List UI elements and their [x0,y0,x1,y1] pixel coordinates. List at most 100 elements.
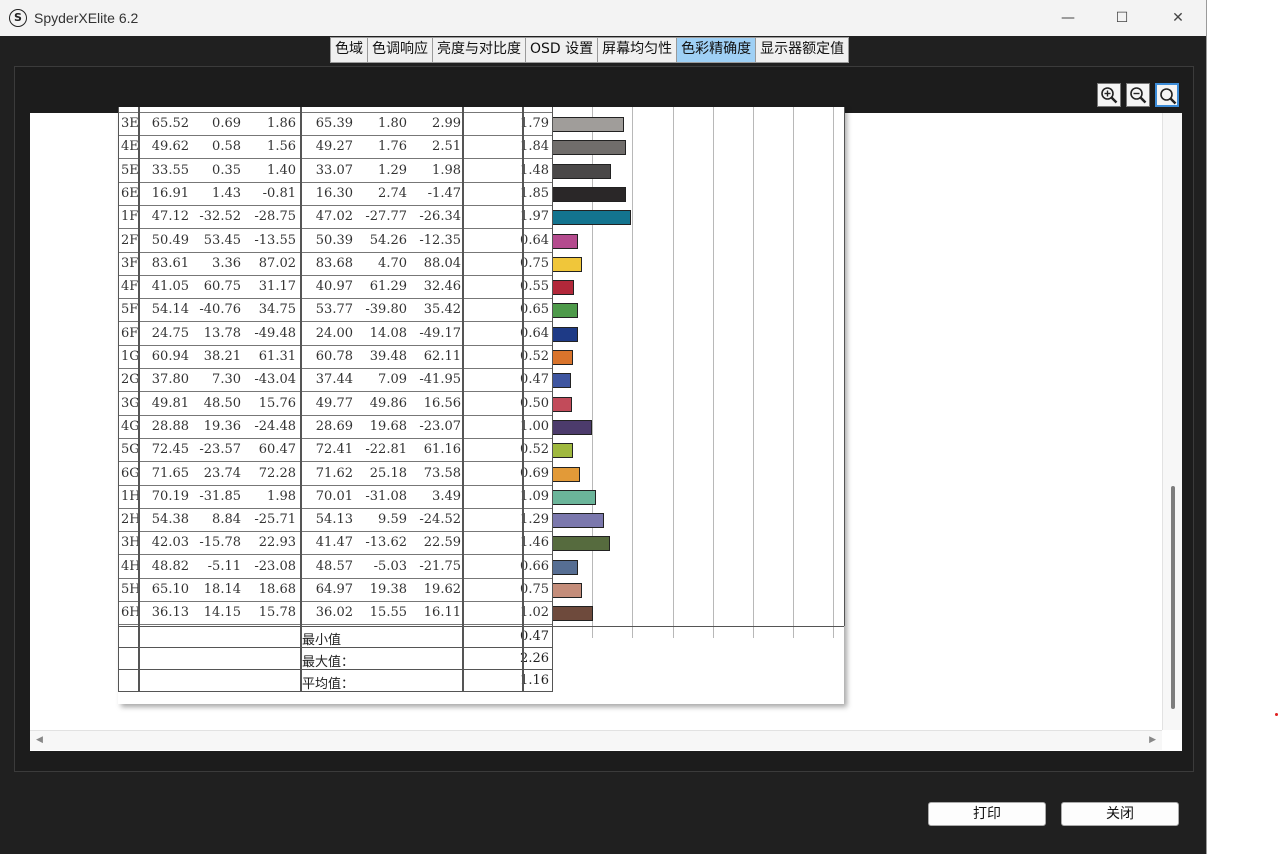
table-row: 4G 28.88 19.36 -24.48 28.69 19.68 -23.07 1.00 [118,416,552,439]
lab-value: 19.68 [369,418,407,434]
lab-value: 15.78 [258,605,296,621]
lab-value: 50.39 [315,232,353,248]
tab-display-rating[interactable]: 显示器额定值 [756,38,848,62]
tab-osd-settings[interactable]: OSD 设置 [526,38,599,62]
table-column-line [138,107,140,692]
tab-brightness-contrast[interactable]: 亮度与对比度 [433,38,526,62]
lab-value: 62.11 [423,349,461,364]
zoom-fit-button[interactable] [1155,83,1179,107]
lab-value: 0.69 [212,116,241,131]
summary-label: 最大值： [302,654,355,670]
lab-value: 19.38 [369,582,407,597]
lab-value: 2.51 [432,139,461,155]
lab-value: 1.43 [212,185,241,201]
vertical-scrollbar[interactable] [1162,113,1182,730]
delta-e-bar [552,163,611,179]
lab-value: 36.13 [151,605,189,621]
close-button[interactable]: 关闭 [1061,802,1179,826]
table-row: 3G 49.81 48.50 15.76 49.77 49.86 16.56 0.50 [118,393,552,416]
lab-value: 65.10 [151,582,189,597]
lab-value: -40.76 [199,302,241,318]
lab-value: 72.41 [315,442,353,458]
lab-value: 16.56 [423,395,461,411]
scroll-left-arrow-icon[interactable]: ◀ [36,735,43,745]
lab-value: -23.08 [254,558,296,574]
lab-value: 9.59 [378,512,407,528]
zoom-in-button[interactable] [1097,83,1121,107]
delta-e-bar [552,373,571,389]
lab-value: 60.78 [315,349,353,364]
lab-value: 0.35 [212,162,241,178]
delta-e-value: 0.64 [520,325,549,341]
lab-value: 16.91 [151,185,189,201]
close-window-button[interactable]: ✕ [1150,0,1206,36]
delta-e-value: 0.64 [520,232,549,248]
delta-e-value: 1.02 [520,605,549,621]
vertical-scroll-thumb[interactable] [1171,486,1175,709]
zoom-out-button[interactable] [1126,83,1150,107]
lab-value: 54.13 [315,512,353,528]
table-row: 1F 47.12 -32.52 -28.75 47.02 -27.77 -26.34 1.97 [118,206,552,230]
delta-e-bar [552,583,582,598]
lab-value: -25.71 [254,512,296,528]
lab-value: 38.21 [203,349,241,364]
delta-e-bar [552,256,582,272]
table-row-partial [118,90,552,113]
lab-value: 32.46 [423,279,461,295]
lab-value: 61.16 [423,442,461,458]
lab-value: 48.82 [151,558,189,574]
scroll-right-arrow-icon[interactable]: ▶ [1149,735,1156,745]
lab-value: 13.78 [203,325,241,341]
lab-value: 61.29 [369,279,407,295]
report-tab-bar: 色域 色调响应 亮度与对比度 OSD 设置 屏幕均匀性 色彩精确度 显示器额定值 [330,37,850,63]
lab-value: 60.94 [151,349,189,364]
report-viewer[interactable]: 3E 65.52 0.69 1.86 65.39 1.80 2.99 1.79 4E 49.62 0… [30,107,1182,751]
lab-value: 41.47 [315,535,353,551]
table-row: 4E 49.62 0.58 1.56 49.27 1.76 2.51 1.84 [118,136,552,160]
lab-value: 37.80 [151,372,189,388]
tab-color-accuracy[interactable]: 色彩精确度 [677,38,757,62]
horizontal-scrollbar[interactable]: ◀ ▶ [30,730,1162,750]
print-button[interactable]: 打印 [928,802,1046,826]
maximize-button[interactable]: ☐ [1094,0,1150,36]
tab-tone-response[interactable]: 色调响应 [368,38,433,62]
lab-value: -21.75 [419,558,461,574]
lab-value: 49.81 [151,395,189,411]
delta-e-value: 1.85 [520,185,549,201]
lab-value: 73.58 [423,465,461,481]
lab-value: -5.03 [373,558,407,574]
table-row: 2G 37.80 7.30 -43.04 37.44 7.09 -41.95 0.47 [118,369,552,393]
lab-value: -24.48 [254,418,296,434]
lab-value: -41.95 [419,372,461,388]
table-column-line [844,107,845,626]
lab-value: -49.48 [254,325,296,341]
lab-value: 3.36 [212,255,241,271]
table-row: 6G 71.65 23.74 72.28 71.62 25.18 73.58 0.69 [118,463,552,486]
zoom-in-icon [1101,87,1118,104]
tab-gamut[interactable]: 色域 [331,38,368,62]
delta-e-value: 1.84 [520,139,549,155]
lab-value: 83.61 [151,255,189,271]
table-column-line [462,107,464,692]
lab-value: 50.49 [151,232,189,248]
lab-value: 40.97 [315,279,353,295]
zoom-out-icon [1130,87,1147,104]
lab-value: 70.01 [315,488,353,504]
table-row: 1H 70.19 -31.85 1.98 70.01 -31.08 3.49 1.09 [118,486,552,509]
tab-screen-uniformity[interactable]: 屏幕均匀性 [598,38,678,62]
lab-value: -43.04 [254,372,296,388]
lab-value: 18.68 [258,582,296,597]
red-dot-marker [1275,713,1278,716]
minimize-button[interactable]: — [1040,0,1096,36]
lab-value: 16.11 [423,605,461,621]
table-row: 4H 48.82 -5.11 -23.08 48.57 -5.03 -21.75 0.66 [118,556,552,579]
lab-value: 54.38 [151,512,189,528]
lab-value: 37.44 [315,372,353,388]
lab-value: 1.86 [267,116,296,131]
lab-value: 60.75 [203,279,241,295]
patch-id: 1F [121,209,139,225]
table-column-line [552,107,553,692]
lab-value: 1.98 [432,162,461,178]
lab-value: 8.84 [212,512,241,528]
table-row: 5F 54.14 -40.76 34.75 53.77 -39.80 35.42 0.65 [118,299,552,323]
